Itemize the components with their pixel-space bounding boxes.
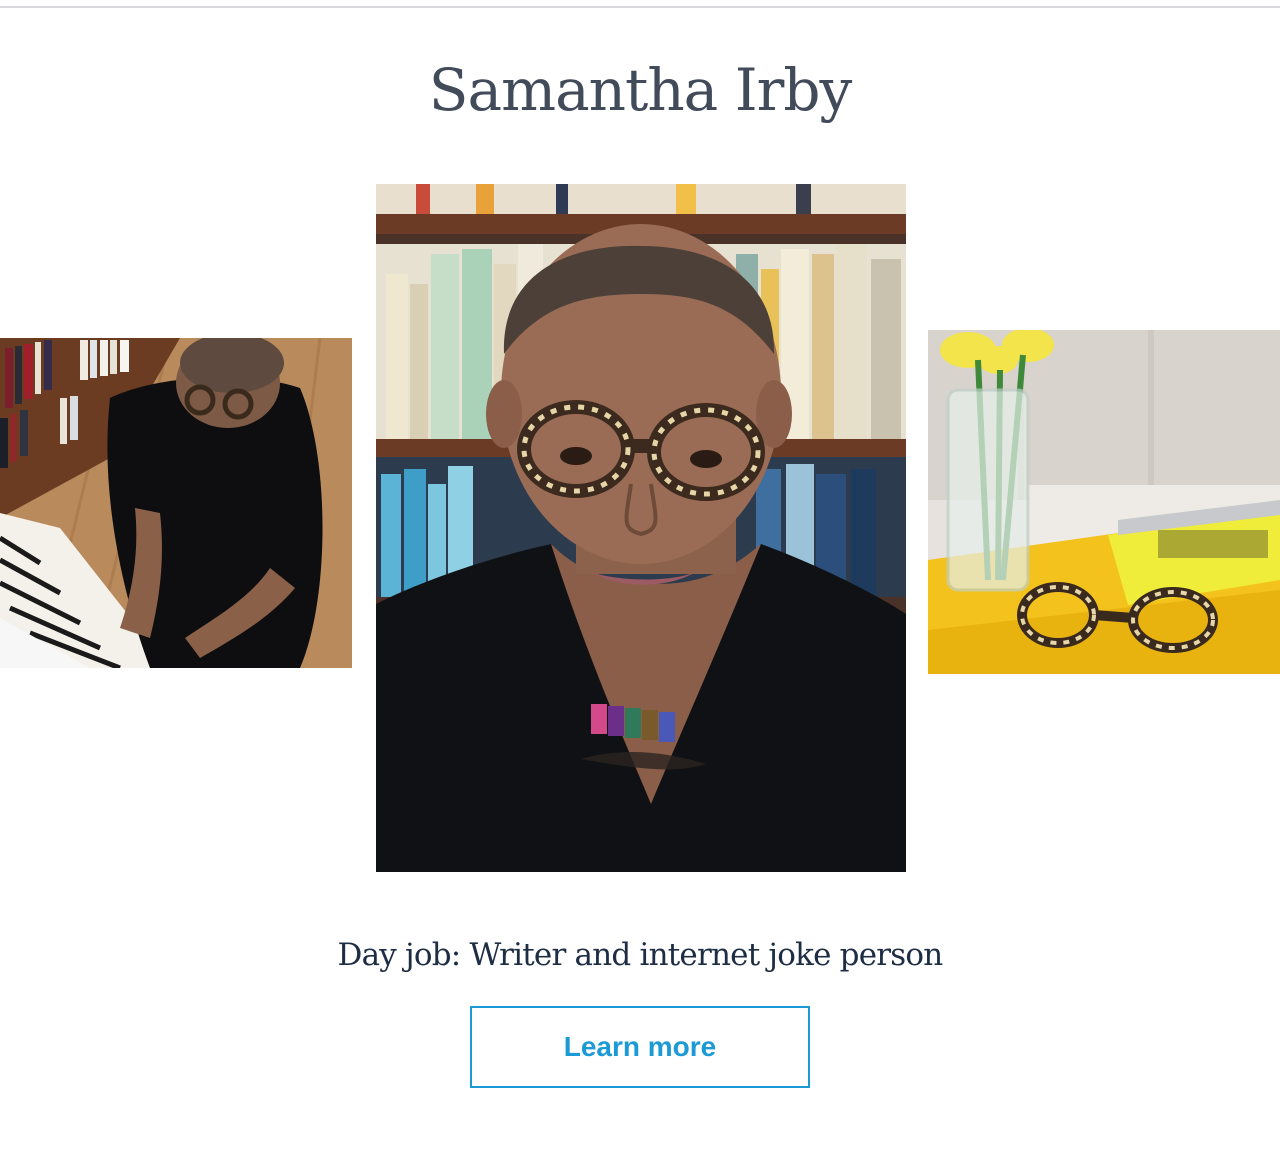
photo-glasses-on-table xyxy=(928,330,1280,674)
glasses-photo-illustration xyxy=(928,330,1280,674)
day-job-text: Day job: Writer and internet joke person xyxy=(337,937,944,973)
piano-photo-illustration xyxy=(0,338,352,668)
page-title: Samantha Irby xyxy=(428,56,852,124)
photo-playing-piano xyxy=(0,338,352,668)
portrait-photo-illustration xyxy=(376,184,906,872)
top-divider xyxy=(0,6,1280,8)
learn-more-button[interactable]: Learn more xyxy=(470,1006,810,1088)
photo-portrait xyxy=(376,184,906,872)
